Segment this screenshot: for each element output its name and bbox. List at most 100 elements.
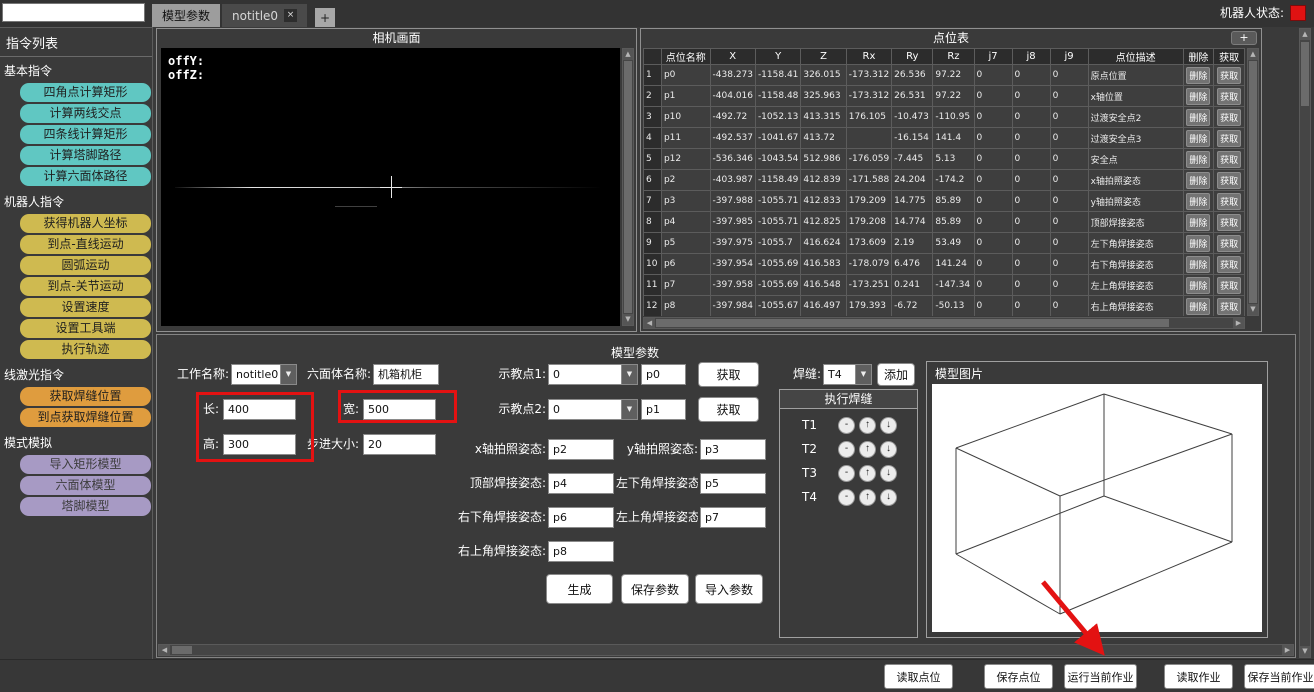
- scroll-thumb[interactable]: [1301, 42, 1309, 106]
- get-point-button[interactable]: 获取: [1217, 130, 1241, 147]
- scroll-up-icon[interactable]: ▲: [1248, 49, 1258, 60]
- command-button[interactable]: 设置速度: [20, 298, 151, 317]
- scroll-right-icon[interactable]: ▶: [1233, 318, 1244, 328]
- get-point-button[interactable]: 获取: [1217, 256, 1241, 273]
- remove-seam-button[interactable]: -: [838, 489, 855, 506]
- page-scrollbar-vertical[interactable]: ▲ ▼: [1299, 28, 1311, 658]
- remove-seam-button[interactable]: -: [838, 417, 855, 434]
- scroll-right-icon[interactable]: ▶: [1282, 645, 1293, 655]
- get-point-button[interactable]: 获取: [1217, 151, 1241, 168]
- command-button[interactable]: 六面体模型: [20, 476, 151, 495]
- move-seam-up-button[interactable]: ↑: [859, 441, 876, 458]
- read-job-button[interactable]: 读取作业: [1164, 664, 1233, 689]
- get-point-button[interactable]: 获取: [1217, 88, 1241, 105]
- command-button[interactable]: 执行轨迹: [20, 340, 151, 359]
- add-point-button[interactable]: +: [1231, 31, 1257, 45]
- read-points-button[interactable]: 读取点位: [884, 664, 953, 689]
- save-points-button[interactable]: 保存点位: [984, 664, 1053, 689]
- weld-seam-select[interactable]: T4 ▼: [823, 364, 872, 385]
- delete-point-button[interactable]: 删除: [1186, 130, 1210, 147]
- move-seam-down-button[interactable]: ↓: [880, 489, 897, 506]
- move-seam-down-button[interactable]: ↓: [880, 465, 897, 482]
- get-teach-point1-button[interactable]: 获取: [698, 362, 759, 387]
- job-name-select[interactable]: notitle0 ▼: [231, 364, 297, 385]
- delete-point-button[interactable]: 删除: [1186, 88, 1210, 105]
- command-button[interactable]: 计算两线交点: [20, 104, 151, 123]
- move-seam-up-button[interactable]: ↑: [859, 417, 876, 434]
- pose-input[interactable]: p3: [700, 439, 766, 460]
- get-point-button[interactable]: 获取: [1217, 193, 1241, 210]
- save-params-button[interactable]: 保存参数: [621, 574, 689, 604]
- get-point-button[interactable]: 获取: [1217, 235, 1241, 252]
- teach-point2-select[interactable]: 0 ▼: [548, 399, 638, 420]
- get-point-button[interactable]: 获取: [1217, 172, 1241, 189]
- teach-point1-input[interactable]: p0: [641, 364, 686, 385]
- remove-seam-button[interactable]: -: [838, 465, 855, 482]
- scroll-up-icon[interactable]: ▲: [1300, 29, 1310, 40]
- get-point-button[interactable]: 获取: [1217, 214, 1241, 231]
- command-button[interactable]: 获取焊缝位置: [20, 387, 151, 406]
- scroll-down-icon[interactable]: ▼: [623, 314, 633, 325]
- delete-point-button[interactable]: 删除: [1186, 172, 1210, 189]
- tab-notitle0[interactable]: notitle0 ×: [222, 4, 307, 27]
- table-scrollbar-horizontal[interactable]: ◀ ▶: [643, 317, 1245, 329]
- tab-model-params[interactable]: 模型参数: [152, 4, 220, 27]
- scroll-thumb[interactable]: [172, 646, 192, 654]
- delete-point-button[interactable]: 删除: [1186, 67, 1210, 84]
- command-button[interactable]: 获得机器人坐标: [20, 214, 151, 233]
- scroll-down-icon[interactable]: ▼: [1248, 304, 1258, 315]
- import-params-button[interactable]: 导入参数: [695, 574, 763, 604]
- delete-point-button[interactable]: 删除: [1186, 235, 1210, 252]
- remove-seam-button[interactable]: -: [838, 441, 855, 458]
- move-seam-down-button[interactable]: ↓: [880, 441, 897, 458]
- command-button[interactable]: 四角点计算矩形: [20, 83, 151, 102]
- get-point-button[interactable]: 获取: [1217, 67, 1241, 84]
- command-button[interactable]: 到点-关节运动: [20, 277, 151, 296]
- command-button[interactable]: 塔脚模型: [20, 497, 151, 516]
- command-button[interactable]: 计算塔脚路径: [20, 146, 151, 165]
- close-tab-icon[interactable]: ×: [284, 9, 297, 22]
- command-button[interactable]: 到点获取焊缝位置: [20, 408, 151, 427]
- scroll-up-icon[interactable]: ▲: [623, 49, 633, 60]
- camera-scrollbar[interactable]: ▲ ▼: [622, 48, 634, 326]
- pose-input[interactable]: p5: [700, 473, 766, 494]
- hexahedron-name-input[interactable]: 机箱机柜: [373, 364, 439, 385]
- command-button[interactable]: 计算六面体路径: [20, 167, 151, 186]
- move-seam-up-button[interactable]: ↑: [859, 489, 876, 506]
- command-button[interactable]: 圆弧运动: [20, 256, 151, 275]
- table-scrollbar-vertical[interactable]: ▲ ▼: [1247, 48, 1259, 316]
- pose-input[interactable]: p2: [548, 439, 614, 460]
- move-seam-up-button[interactable]: ↑: [859, 465, 876, 482]
- width-input[interactable]: 500: [363, 399, 436, 420]
- delete-point-button[interactable]: 删除: [1186, 193, 1210, 210]
- quick-command-input[interactable]: [2, 3, 145, 22]
- get-point-button[interactable]: 获取: [1217, 277, 1241, 294]
- teach-point2-input[interactable]: p1: [641, 399, 686, 420]
- delete-point-button[interactable]: 删除: [1186, 256, 1210, 273]
- length-input[interactable]: 400: [223, 399, 296, 420]
- get-point-button[interactable]: 获取: [1217, 298, 1241, 315]
- scroll-left-icon[interactable]: ◀: [159, 645, 170, 655]
- get-point-button[interactable]: 获取: [1217, 109, 1241, 126]
- scroll-thumb[interactable]: [624, 61, 632, 313]
- pose-input[interactable]: p6: [548, 507, 614, 528]
- move-seam-down-button[interactable]: ↓: [880, 417, 897, 434]
- delete-point-button[interactable]: 删除: [1186, 214, 1210, 231]
- scroll-thumb[interactable]: [1249, 61, 1257, 303]
- command-button[interactable]: 导入矩形模型: [20, 455, 151, 474]
- add-seam-button[interactable]: 添加: [877, 363, 915, 386]
- add-tab-button[interactable]: +: [315, 8, 335, 27]
- scroll-left-icon[interactable]: ◀: [644, 318, 655, 328]
- scroll-down-icon[interactable]: ▼: [1300, 646, 1310, 657]
- save-current-job-button[interactable]: 保存当前作业: [1244, 664, 1314, 689]
- command-button[interactable]: 到点-直线运动: [20, 235, 151, 254]
- command-button[interactable]: 四条线计算矩形: [20, 125, 151, 144]
- teach-point1-select[interactable]: 0 ▼: [548, 364, 638, 385]
- generate-button[interactable]: 生成: [546, 574, 613, 604]
- delete-point-button[interactable]: 删除: [1186, 151, 1210, 168]
- pose-input[interactable]: p8: [548, 541, 614, 562]
- pose-input[interactable]: p4: [548, 473, 614, 494]
- run-current-job-button[interactable]: 运行当前作业: [1064, 664, 1137, 689]
- get-teach-point2-button[interactable]: 获取: [698, 397, 759, 422]
- lower-scrollbar-horizontal[interactable]: ◀ ▶: [158, 644, 1294, 656]
